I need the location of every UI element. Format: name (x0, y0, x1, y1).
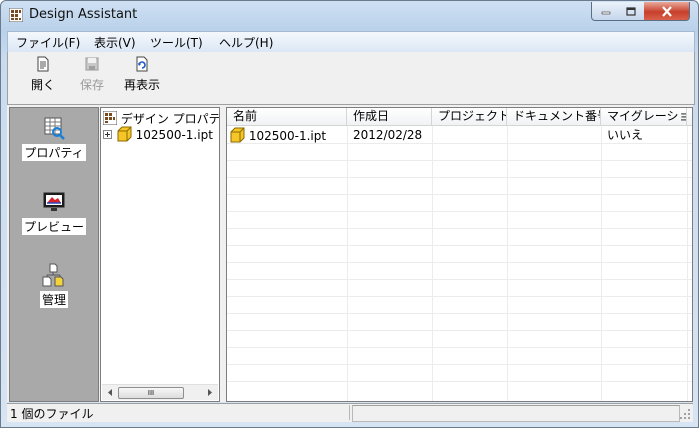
menu-help[interactable]: ヘルプ(H) (219, 34, 273, 51)
resize-grip-icon[interactable] (679, 408, 691, 420)
column-divider (601, 126, 602, 401)
preview-label: プレビュー (21, 218, 86, 235)
menu-view[interactable]: 表示(V) (94, 34, 136, 51)
scroll-thumb[interactable]: III (118, 387, 184, 399)
row-divider (227, 194, 692, 195)
status-bar: 1 個のファイル (7, 403, 693, 422)
row-divider (227, 313, 692, 314)
tree-horizontal-scrollbar[interactable]: III (102, 384, 218, 400)
cell-created: 2012/02/28 (353, 128, 423, 142)
row-divider (227, 262, 692, 263)
menu-tools[interactable]: ツール(T) (150, 34, 203, 51)
row-divider (227, 228, 692, 229)
row-divider (227, 330, 692, 331)
column-divider (432, 126, 433, 401)
preview-icon (43, 192, 65, 211)
column-divider (347, 126, 348, 401)
save-label: 保存 (79, 78, 104, 92)
maximize-icon (626, 6, 636, 16)
manage-label: 管理 (39, 291, 68, 308)
row-divider (227, 296, 692, 297)
refresh-button[interactable]: 再表示 (120, 56, 164, 98)
tree-view: デザイン プロパティ表 102500-1.ipt III (100, 107, 220, 402)
nav-manage[interactable]: 管理 (10, 263, 98, 308)
row-divider (227, 381, 692, 382)
client-area: プロパティ プレビュー 管理 デザイン プロパテ 102500-1.ipt II… (7, 105, 693, 402)
properties-label: プロパティ (22, 144, 86, 161)
toolbar: 開く 保存 再表示 (7, 52, 695, 105)
window-title: Design Assistant (29, 7, 138, 22)
save-button[interactable]: 保存 (70, 56, 114, 98)
open-button[interactable]: 開く (21, 56, 65, 98)
table-row[interactable]: 102500-1.ipt 2012/02/28 いいえ (227, 126, 692, 143)
nav-properties[interactable]: プロパティ (10, 116, 98, 161)
row-divider (227, 177, 692, 178)
refresh-label: 再表示 (123, 78, 160, 92)
tree-root[interactable]: デザイン プロパティ表 (102, 110, 220, 126)
minimize-button[interactable] (591, 2, 620, 21)
app-icon (9, 8, 23, 22)
expand-icon[interactable] (103, 130, 112, 139)
title-bar[interactable]: Design Assistant (1, 1, 698, 30)
scroll-left-icon[interactable] (104, 385, 116, 400)
manage-icon (42, 263, 64, 287)
tree-item-label: 102500-1.ipt (135, 128, 213, 142)
column-header-project[interactable]: プロジェクト (432, 108, 507, 125)
part-cube-icon (117, 126, 132, 142)
save-icon (85, 57, 99, 71)
row-divider (227, 364, 692, 365)
maximize-button[interactable] (618, 2, 645, 21)
column-header-doc-number[interactable]: ドキュメント番号 (507, 108, 601, 125)
row-divider (227, 211, 692, 212)
tree-root-label: デザイン プロパティ表 (120, 112, 220, 126)
column-header-created[interactable]: 作成日 (347, 108, 432, 125)
navigation-pane: プロパティ プレビュー 管理 (9, 107, 99, 402)
minimize-icon (601, 11, 610, 15)
list-header: 名前 作成日 プロジェクト ドキュメント番号 マイグレーショ... (227, 108, 692, 126)
property-table-icon (102, 110, 118, 126)
column-divider (507, 126, 508, 401)
close-icon (661, 5, 672, 17)
row-divider (227, 245, 692, 246)
column-header-migration[interactable]: マイグレーショ... (601, 108, 687, 125)
close-button[interactable] (644, 2, 690, 21)
open-file-icon (37, 56, 49, 72)
cell-name: 102500-1.ipt (229, 127, 326, 143)
column-divider (687, 126, 688, 401)
file-list: 名前 作成日 プロジェクト ドキュメント番号 マイグレーショ... (226, 107, 693, 402)
row-divider (227, 279, 692, 280)
menu-file[interactable]: ファイル(F) (16, 34, 80, 51)
tree-item-part[interactable]: 102500-1.ipt (103, 126, 213, 142)
row-divider (227, 347, 692, 348)
menu-bar: ファイル(F) 表示(V) ツール(T) ヘルプ(H) (7, 31, 695, 53)
part-cube-icon (230, 127, 245, 143)
file-name: 102500-1.ipt (248, 129, 327, 143)
open-label: 開く (30, 78, 55, 92)
status-section (352, 405, 680, 422)
properties-icon (44, 117, 65, 140)
app-window: Design Assistant ファイル(F) 表示(V) ツール(T) ヘル… (0, 0, 699, 428)
cell-migration: いいえ (607, 128, 644, 142)
row-divider (227, 160, 692, 161)
scroll-right-icon[interactable] (204, 385, 216, 400)
column-header-name[interactable]: 名前 (227, 108, 347, 125)
refresh-icon (136, 56, 148, 72)
nav-preview[interactable]: プレビュー (10, 190, 98, 235)
row-divider (227, 143, 692, 144)
scroll-thumb-grip: III (147, 389, 155, 397)
status-file-count: 1 個のファイル (10, 407, 94, 421)
